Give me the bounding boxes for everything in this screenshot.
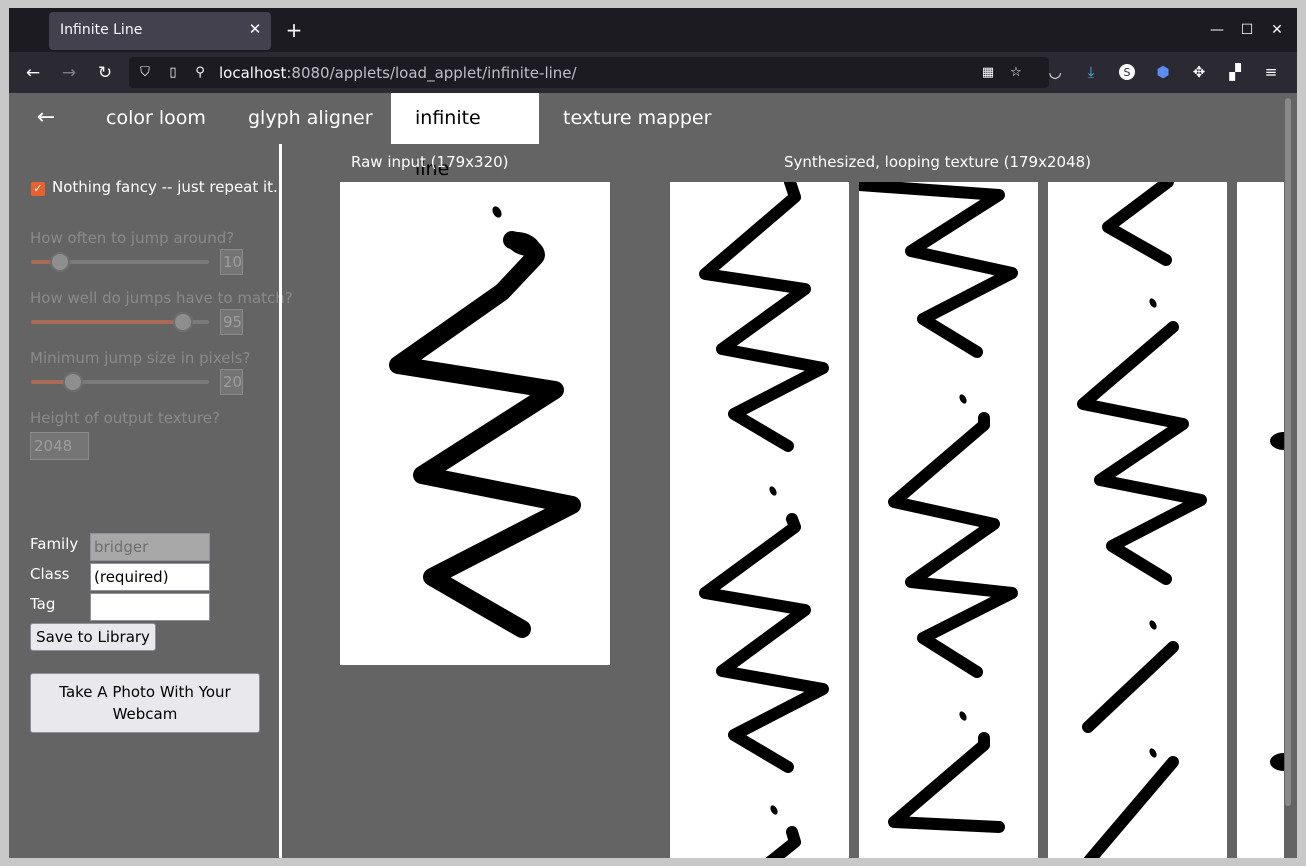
min-jump-value[interactable]: 20: [220, 369, 243, 395]
bookmark-star-icon[interactable]: ☆: [1007, 64, 1025, 82]
jump-often-label: How often to jump around?: [30, 229, 235, 247]
close-tab-icon[interactable]: ✕: [245, 19, 265, 39]
repeat-checkbox-label: Nothing fancy -- just repeat it.: [52, 178, 278, 196]
pocket-icon[interactable]: ◡: [1044, 61, 1066, 83]
extension-paw-icon[interactable]: ✥: [1188, 61, 1210, 83]
webcam-photo-button[interactable]: Take A Photo With Your Webcam: [30, 673, 260, 733]
jump-match-fill: [31, 320, 184, 324]
tab-title: Infinite Line: [60, 22, 143, 38]
app-nav: ← color loom glyph aligner infinite line…: [9, 93, 1283, 180]
texture-strip-2: [859, 182, 1038, 858]
close-window-icon[interactable]: ✕: [1265, 20, 1289, 40]
texture-strip-1: [670, 182, 849, 858]
height-label: Height of output texture?: [30, 409, 220, 427]
forward-icon[interactable]: →: [57, 61, 81, 85]
reload-icon[interactable]: ↻: [93, 61, 117, 85]
svg-text:S: S: [1124, 66, 1131, 79]
raw-input-image: [340, 182, 610, 665]
jump-often-slider[interactable]: [31, 252, 209, 272]
extensions-icon[interactable]: ▞: [1224, 61, 1246, 83]
class-label: Class: [30, 565, 70, 583]
save-to-library-button[interactable]: Save to Library: [30, 623, 156, 651]
jump-often-thumb[interactable]: [49, 252, 70, 272]
raw-input-title: Raw input (179x320): [351, 153, 509, 171]
class-input[interactable]: (required): [90, 563, 210, 591]
url-text[interactable]: localhost:8080/applets/load_applet/infin…: [219, 64, 577, 82]
jump-match-label: How well do jumps have to match?: [30, 289, 293, 307]
back-arrow-icon[interactable]: ←: [33, 105, 59, 131]
page-icon[interactable]: ▯: [164, 64, 182, 82]
browser-tab[interactable]: Infinite Line ✕: [49, 12, 271, 50]
minimize-icon[interactable]: —: [1205, 20, 1229, 40]
permissions-icon[interactable]: ⚲: [191, 64, 209, 82]
downloads-icon[interactable]: ⤓: [1080, 61, 1102, 83]
repeat-checkbox[interactable]: ✓: [31, 182, 45, 196]
page-content: ← color loom glyph aligner infinite line…: [9, 93, 1297, 858]
panel-divider: [279, 144, 282, 858]
extension-s-icon[interactable]: S: [1116, 61, 1138, 83]
menu-icon[interactable]: ≡: [1260, 61, 1282, 83]
min-jump-slider[interactable]: [31, 372, 209, 392]
tab-color-loom[interactable]: color loom: [82, 93, 230, 144]
synth-texture-title: Synthesized, looping texture (179x2048): [784, 153, 1092, 171]
shield-icon[interactable]: ⛉: [136, 64, 154, 82]
extension-shield-icon[interactable]: ⬢: [1152, 61, 1174, 83]
texture-strip-3: [1048, 182, 1227, 858]
tag-input[interactable]: [90, 593, 210, 621]
maximize-icon[interactable]: ☐: [1235, 20, 1259, 40]
page-scrollbar[interactable]: [1285, 98, 1291, 806]
sidebar: ✓ Nothing fancy -- just repeat it. How o…: [9, 144, 293, 858]
jump-match-thumb[interactable]: [173, 312, 194, 332]
jump-often-value[interactable]: 10: [220, 249, 243, 275]
tab-texture-mapper[interactable]: texture mapper: [539, 93, 735, 144]
family-label: Family: [30, 535, 79, 553]
jump-match-slider[interactable]: [31, 312, 209, 332]
new-tab-icon[interactable]: +: [283, 20, 305, 42]
nav-bar: ← → ↻ ⛉ ▯ ⚲ localhost:8080/applets/load_…: [9, 52, 1297, 93]
min-jump-label: Minimum jump size in pixels?: [30, 349, 251, 367]
qr-code-icon[interactable]: ▦: [979, 64, 997, 82]
texture-strip-4: [1237, 182, 1284, 858]
tag-label: Tag: [30, 595, 56, 613]
family-input[interactable]: bridger: [90, 533, 210, 561]
jump-match-value[interactable]: 95: [220, 309, 243, 335]
min-jump-thumb[interactable]: [62, 372, 83, 392]
url-bar[interactable]: ⛉ ▯ ⚲ localhost:8080/applets/load_applet…: [129, 57, 1049, 88]
back-icon[interactable]: ←: [21, 61, 45, 85]
tab-infinite-line[interactable]: infinite line: [391, 93, 539, 180]
tab-strip: Infinite Line ✕ + — ☐ ✕: [9, 8, 1297, 52]
tab-glyph-aligner[interactable]: glyph aligner: [224, 93, 397, 144]
height-input[interactable]: 2048: [30, 432, 89, 460]
browser-window: Infinite Line ✕ + — ☐ ✕ ← → ↻ ⛉ ▯ ⚲ loca…: [9, 8, 1297, 858]
